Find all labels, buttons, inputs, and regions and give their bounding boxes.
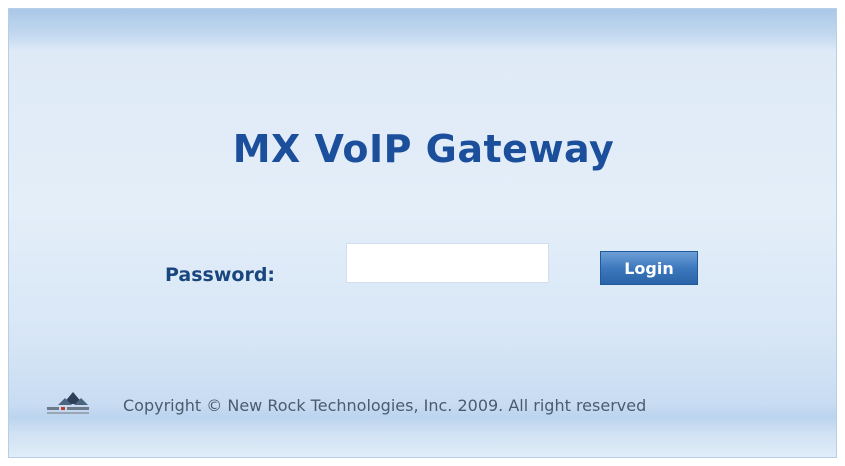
login-panel: MX VoIP Gateway Password: Login Copyrigh…: [8, 8, 837, 458]
copyright-text: Copyright © New Rock Technologies, Inc. …: [123, 395, 647, 415]
password-label: Password:: [165, 264, 276, 286]
page-title: MX VoIP Gateway: [232, 127, 615, 171]
new-rock-logo-icon: [43, 389, 121, 421]
password-input[interactable]: [346, 243, 549, 283]
login-button[interactable]: Login: [600, 251, 698, 285]
footer: Copyright © New Rock Technologies, Inc. …: [43, 385, 646, 425]
